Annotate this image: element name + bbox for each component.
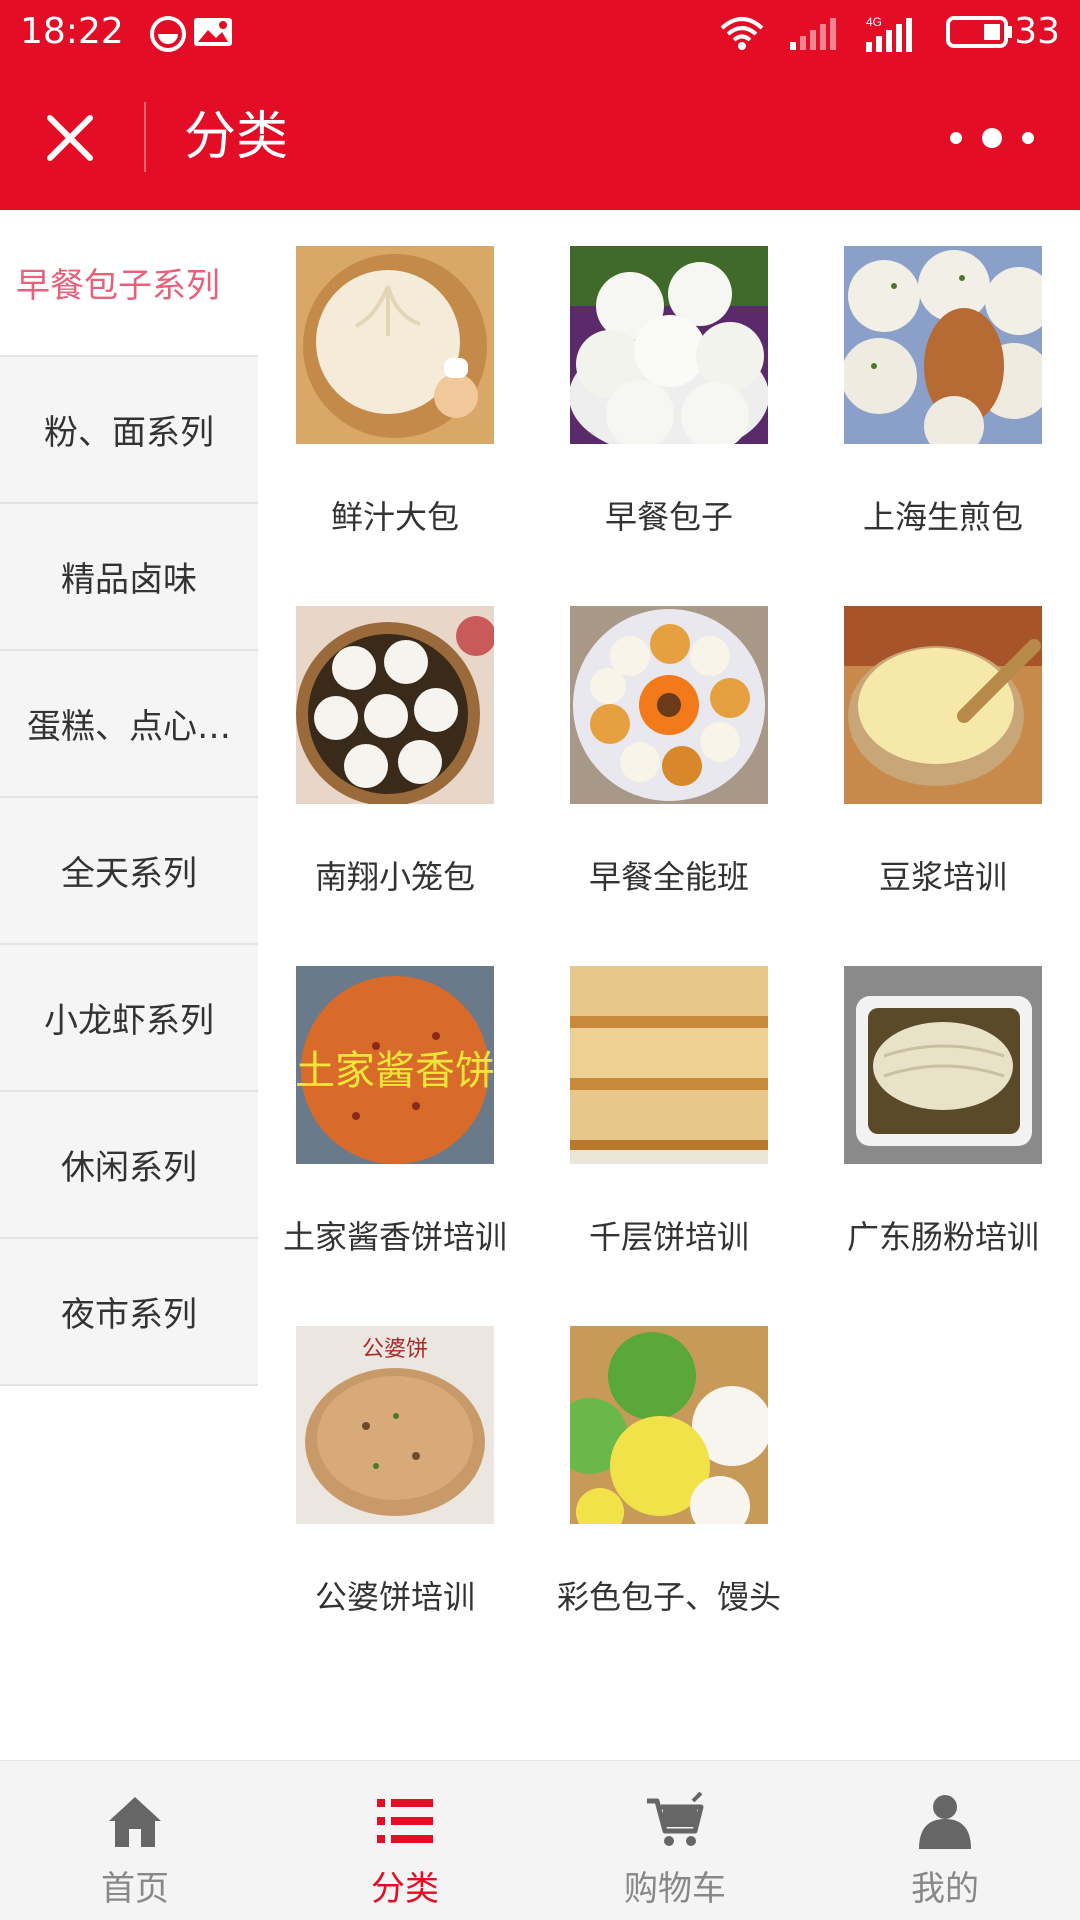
tab-label: 我的 [911, 1869, 979, 1909]
gongpo-pancake-image: 公婆饼 [296, 1326, 494, 1524]
tab-profile[interactable]: 我的 [810, 1761, 1080, 1920]
sidebar-item-label: 粉、面系列 [44, 413, 214, 453]
category-sidebar: 早餐包子系列 粉、面系列 精品卤味 蛋糕、点心… 全天系列 小龙虾系列 休闲系列… [0, 210, 258, 1386]
product-name: 公婆饼培训 [314, 1578, 475, 1616]
sidebar-item-label: 早餐包子系列 [16, 266, 220, 306]
title-bar: 分类 [0, 64, 1080, 210]
product-card[interactable]: 彩色包子、馒头 [532, 1290, 806, 1650]
page-title: 分类 [184, 107, 289, 167]
sidebar-item-label: 全天系列 [61, 854, 197, 894]
rice-noodle-roll-image [844, 966, 1042, 1164]
wifi-icon [720, 17, 764, 50]
status-time: 18:22 [20, 11, 124, 52]
tab-home[interactable]: 首页 [0, 1761, 270, 1920]
product-card[interactable]: 公婆饼 公婆饼培训 [258, 1290, 532, 1650]
product-name: 早餐包子 [604, 498, 733, 536]
sidebar-item-braised[interactable]: 精品卤味 [0, 504, 258, 651]
product-card[interactable]: 上海生煎包 [806, 210, 1080, 570]
tab-label: 购物车 [624, 1869, 726, 1909]
tujia-pancake-image: 土家酱香饼 [296, 966, 494, 1164]
tab-cart[interactable]: 购物车 [540, 1761, 810, 1920]
product-name: 广东肠粉培训 [846, 1218, 1039, 1256]
pan-fried-bun-image [844, 246, 1042, 444]
sidebar-item-cakes[interactable]: 蛋糕、点心… [0, 651, 258, 798]
svg-text:4G: 4G [866, 15, 882, 29]
svg-text:土家酱香饼: 土家酱香饼 [296, 1048, 494, 1094]
product-name: 土家酱香饼培训 [282, 1218, 507, 1256]
product-name: 早餐全能班 [588, 858, 749, 896]
more-dots-icon[interactable] [944, 118, 1040, 158]
tab-category[interactable]: 分类 [270, 1761, 540, 1920]
sidebar-item-label: 蛋糕、点心… [27, 707, 231, 747]
product-card[interactable]: 早餐包子 [532, 210, 806, 570]
product-card[interactable]: 南翔小笼包 [258, 570, 532, 930]
product-card[interactable]: 豆浆培训 [806, 570, 1080, 930]
sidebar-item-crayfish[interactable]: 小龙虾系列 [0, 945, 258, 1092]
battery-icon [946, 16, 1012, 48]
home-icon [109, 1797, 161, 1847]
sidebar-item-leisure[interactable]: 休闲系列 [0, 1092, 258, 1239]
layered-pancake-image [570, 966, 768, 1164]
product-name: 南翔小笼包 [314, 858, 475, 896]
tab-label: 首页 [101, 1869, 169, 1909]
buns-plate-image [570, 246, 768, 444]
sidebar-item-breakfast-buns[interactable]: 早餐包子系列 [0, 210, 258, 357]
sidebar-item-label: 小龙虾系列 [44, 1001, 214, 1041]
cart-icon [647, 1791, 704, 1846]
soy-milk-bowl-image [844, 606, 1042, 804]
battery-level: 33 [1014, 11, 1060, 52]
product-name: 鲜汁大包 [330, 498, 459, 536]
notification-icon [150, 16, 186, 52]
product-card[interactable]: 千层饼培训 [532, 930, 806, 1290]
gallery-icon [194, 18, 232, 46]
tab-label: 分类 [371, 1869, 439, 1909]
product-card[interactable]: 鲜汁大包 [258, 210, 532, 570]
sidebar-item-all-day[interactable]: 全天系列 [0, 798, 258, 945]
colorful-buns-image [570, 1326, 768, 1524]
product-name: 上海生煎包 [862, 498, 1023, 536]
breakfast-platter-image [570, 606, 768, 804]
product-name: 豆浆培训 [878, 858, 1007, 896]
status-bar: 18:22 4G 33 [0, 0, 1080, 64]
steamed-bun-image [296, 246, 494, 444]
signal-weak-icon [790, 18, 836, 50]
svg-text:公婆饼: 公婆饼 [362, 1337, 428, 1362]
product-name: 千层饼培训 [588, 1218, 749, 1256]
title-divider [144, 102, 146, 172]
signal-4g-icon: 4G [866, 15, 912, 52]
user-icon [919, 1795, 971, 1849]
bottom-tab-bar: 首页 分类 购物车 我的 [0, 1760, 1080, 1920]
sidebar-item-night-market[interactable]: 夜市系列 [0, 1239, 258, 1386]
sidebar-item-noodles[interactable]: 粉、面系列 [0, 357, 258, 504]
xiaolongbao-steamer-image [296, 606, 494, 804]
product-card[interactable]: 广东肠粉培训 [806, 930, 1080, 1290]
product-name: 彩色包子、馒头 [556, 1578, 781, 1616]
product-card[interactable]: 土家酱香饼 土家酱香饼培训 [258, 930, 532, 1290]
list-icon [377, 1799, 433, 1843]
product-card[interactable]: 早餐全能班 [532, 570, 806, 930]
sidebar-item-label: 休闲系列 [61, 1148, 197, 1188]
sidebar-item-label: 精品卤味 [61, 560, 197, 600]
sidebar-item-label: 夜市系列 [61, 1295, 197, 1335]
close-icon[interactable] [40, 108, 100, 168]
